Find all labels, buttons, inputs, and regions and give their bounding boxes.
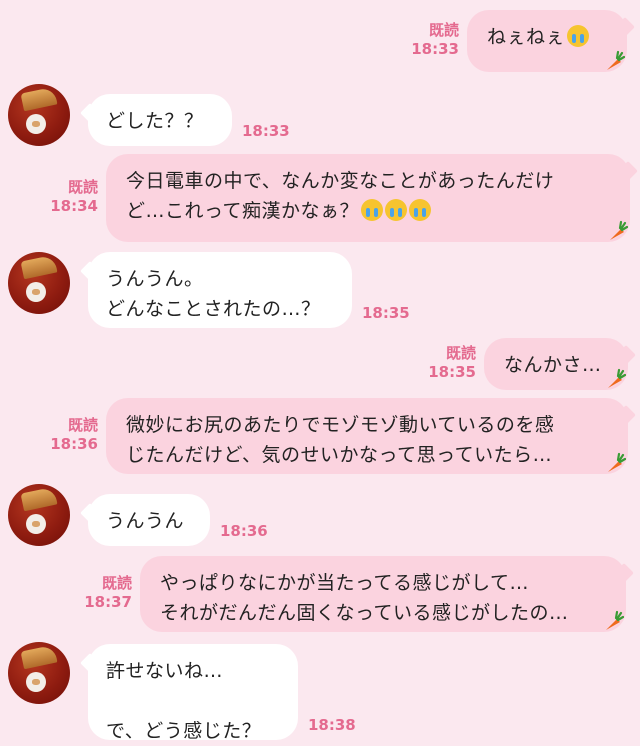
message-time: 18:34 bbox=[50, 197, 98, 215]
crying-face-emoji bbox=[361, 199, 384, 221]
crying-face-emoji bbox=[567, 25, 590, 47]
message-text: ねぇねぇ bbox=[487, 26, 566, 48]
message-text: やっぱりなにかが当たってる感じがして… それがだんだん固くなっている感じがしたの… bbox=[160, 572, 569, 624]
carrot-icon bbox=[608, 368, 626, 388]
bear-avatar[interactable] bbox=[8, 252, 70, 314]
message-bubble[interactable]: 微妙にお尻のあたりでモゾモゾ動いているのを感 じたんだけど、気のせいかなって思っ… bbox=[106, 398, 628, 474]
message-bubble[interactable]: 許せないね… で、どう感じた？ bbox=[88, 644, 298, 742]
read-receipt: 既読 bbox=[67, 178, 98, 196]
message-time: 18:35 bbox=[362, 304, 410, 322]
message-time: 18:36 bbox=[50, 435, 98, 453]
message-bubble[interactable]: うんうん bbox=[88, 494, 210, 546]
message-text: 今日電車の中で、なんか変なことがあったんだけ ど…これって痴漢かなぁ？ bbox=[126, 170, 555, 222]
read-receipt: 既読 bbox=[428, 21, 459, 39]
crying-face-emoji bbox=[409, 199, 432, 221]
carrot-icon bbox=[607, 50, 625, 70]
read-receipt: 既読 bbox=[445, 344, 476, 362]
message-time: 18:37 bbox=[84, 593, 132, 611]
message-text: うんうん。 どんなことされたの…？ bbox=[106, 268, 321, 320]
read-receipt: 既読 bbox=[67, 416, 98, 434]
message-bubble[interactable]: うんうん。 どんなことされたの…？ bbox=[88, 252, 352, 328]
read-receipt: 既読 bbox=[101, 574, 132, 592]
message-time: 18:33 bbox=[411, 40, 459, 58]
message-time: 18:36 bbox=[220, 522, 268, 540]
carrot-icon bbox=[606, 610, 624, 630]
message-text: うんうん bbox=[106, 510, 185, 532]
message-text: どした？？ bbox=[106, 110, 204, 132]
message-text: なんかさ… bbox=[504, 354, 602, 376]
carrot-icon bbox=[608, 452, 626, 472]
carrot-icon bbox=[610, 220, 628, 240]
message-time: 18:35 bbox=[428, 363, 476, 381]
bear-avatar[interactable] bbox=[8, 84, 70, 146]
message-text: 微妙にお尻のあたりでモゾモゾ動いているのを感 じたんだけど、気のせいかなって思っ… bbox=[126, 414, 555, 466]
message-text: 許せないね… で、どう感じた？ bbox=[106, 660, 262, 742]
message-bubble[interactable]: どした？？ bbox=[88, 94, 232, 146]
bear-avatar[interactable] bbox=[8, 484, 70, 546]
message-bubble[interactable]: やっぱりなにかが当たってる感じがして… それがだんだん固くなっている感じがしたの… bbox=[140, 556, 626, 632]
bear-avatar[interactable] bbox=[8, 642, 70, 704]
message-bubble[interactable]: 今日電車の中で、なんか変なことがあったんだけ ど…これって痴漢かなぁ？ bbox=[106, 154, 630, 242]
message-time: 18:33 bbox=[242, 122, 290, 140]
crying-face-emoji bbox=[385, 199, 408, 221]
message-time: 18:38 bbox=[308, 716, 356, 734]
